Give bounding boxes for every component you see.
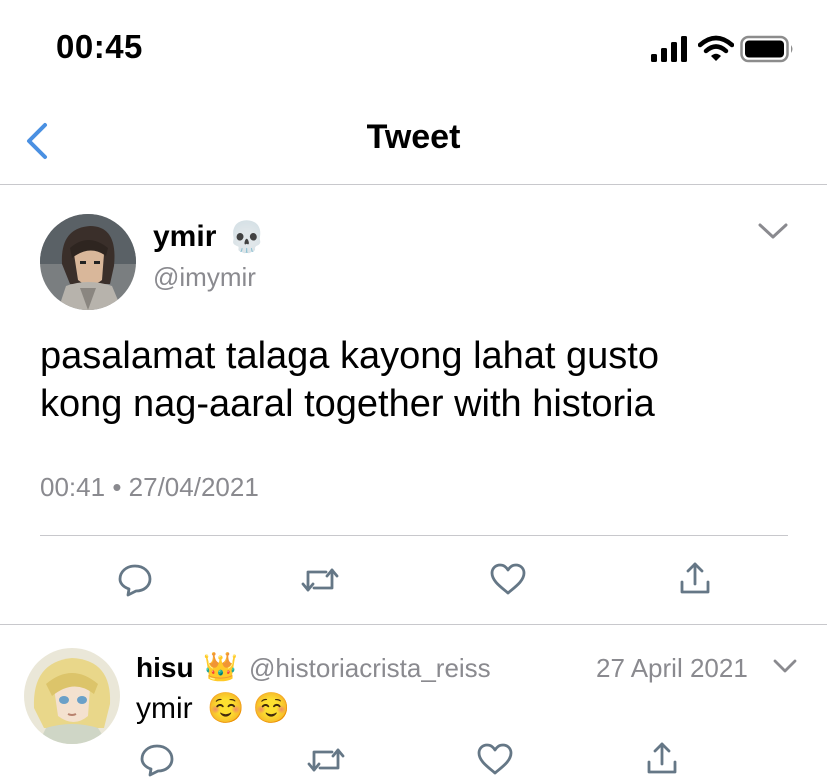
like-icon[interactable]	[489, 562, 527, 596]
avatar[interactable]	[40, 214, 136, 310]
share-icon[interactable]	[678, 560, 712, 596]
reply-text-body: ymir	[136, 692, 193, 725]
retweet-icon[interactable]	[306, 744, 346, 776]
page-title: Tweet	[366, 118, 461, 156]
reply-text: ymir ☺️ ☺️	[136, 691, 290, 726]
reply-author-handle[interactable]: @historiacrista_reiss	[249, 653, 491, 684]
tweet-author-name[interactable]: ymir	[153, 220, 216, 254]
cellular-signal-icon	[651, 36, 687, 62]
tweet-timestamp: 00:41 • 27/04/2021	[40, 472, 259, 503]
like-icon[interactable]	[476, 742, 514, 776]
tweet-date: 27/04/2021	[128, 472, 259, 502]
reply-date: 27 April 2021	[596, 653, 748, 683]
tweet-text-line: pasalamat talaga kayong lahat gusto	[40, 335, 659, 377]
tweet-author-handle[interactable]: @imymir	[153, 262, 256, 293]
avatar-image	[40, 214, 136, 310]
chevron-down-icon[interactable]	[772, 658, 798, 676]
tweet-text: pasalamat talaga kayong lahat gusto kong…	[40, 332, 800, 428]
skull-emoji: 💀	[228, 221, 266, 254]
tweet-time: 00:41	[40, 472, 106, 502]
crown-emoji: 👑	[203, 651, 238, 682]
battery-icon	[740, 35, 793, 63]
reply-icon[interactable]	[117, 562, 153, 598]
reply-author-name[interactable]: hisu	[136, 652, 194, 684]
tweet-divider	[40, 535, 788, 536]
reply-avatar[interactable]	[24, 648, 120, 744]
smiling-face-emojis: ☺️ ☺️	[207, 692, 291, 725]
reply-avatar-image	[24, 648, 120, 744]
status-time: 00:45	[56, 28, 143, 65]
retweet-icon[interactable]	[300, 564, 340, 596]
reply-icon[interactable]	[139, 742, 175, 778]
wifi-icon	[698, 35, 734, 61]
chevron-down-icon[interactable]	[757, 222, 789, 242]
tweet-bottom-divider	[0, 624, 827, 625]
share-icon[interactable]	[645, 740, 679, 776]
separator-dot: •	[112, 472, 122, 502]
tweet-text-line: kong nag-aaral together with historia	[40, 383, 655, 425]
nav-divider	[0, 184, 827, 185]
